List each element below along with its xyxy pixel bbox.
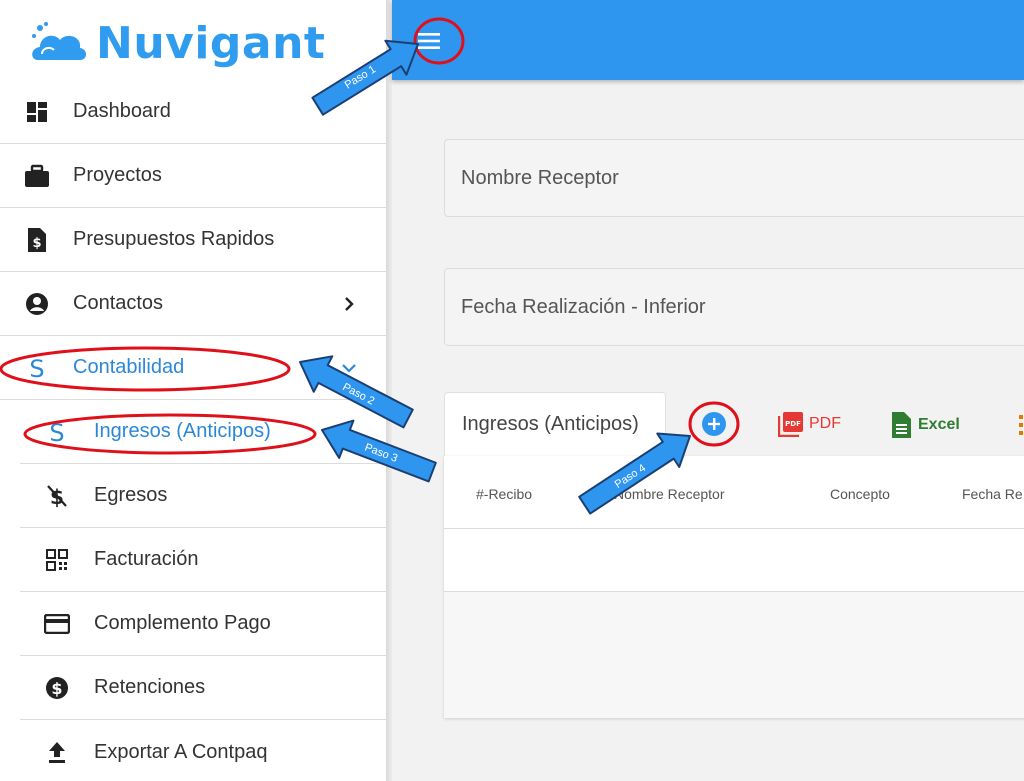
brand-logo[interactable]: Nuvigant (28, 10, 325, 76)
spreadsheet-file-icon (892, 412, 911, 438)
fecha-realizacion-field[interactable]: Fecha Realización - Inferior (444, 268, 1024, 346)
sidebar-item-label: Proyectos (73, 164, 162, 186)
nombre-receptor-field[interactable]: Nombre Receptor (444, 139, 1024, 217)
sidebar-item-contactos[interactable]: Contactos (0, 272, 386, 336)
svg-text:PDF: PDF (785, 420, 801, 428)
tab-label: Ingresos (Anticipos) (462, 413, 639, 435)
pdf-export-button[interactable]: PDF PDF (778, 411, 841, 437)
more-vert-icon[interactable] (1018, 414, 1024, 436)
sidebar-item-complemento-pago[interactable]: Complemento Pago (20, 592, 386, 656)
credit-card-icon (44, 611, 70, 637)
svg-text:$: $ (51, 679, 62, 698)
column-header[interactable]: Fecha Re (962, 486, 1023, 502)
dollar-off-icon: $ (44, 483, 70, 509)
sidebar-item-label: Contabilidad (73, 356, 185, 378)
dashboard-icon (24, 99, 50, 125)
hamburger-menu-icon (418, 33, 440, 49)
sidebar-item-label: Egresos (94, 484, 168, 506)
dollar-icon: S (24, 355, 50, 381)
top-app-bar (392, 0, 1024, 80)
sidebar: Nuvigant Dashboard Proyectos $ Presupues… (0, 0, 386, 781)
chevron-right-icon (340, 295, 358, 313)
dollar-icon: S (44, 419, 70, 445)
plus-icon (708, 418, 720, 430)
svg-text:S: S (49, 419, 64, 445)
sidebar-item-exportar[interactable]: Exportar A Contpaq (20, 720, 386, 781)
data-table: #-Recibo Nombre Receptor Concepto Fecha … (444, 456, 1024, 718)
qr-code-icon (44, 547, 70, 573)
sidebar-item-label: Retenciones (94, 676, 206, 698)
pdf-file-icon: PDF (778, 412, 803, 437)
column-header[interactable]: #-Recibo (476, 486, 532, 502)
sidebar-item-label: Exportar A Contpaq (94, 740, 268, 763)
column-header[interactable]: Concepto (830, 486, 890, 502)
account-circle-icon (24, 291, 50, 317)
sidebar-item-facturacion[interactable]: Facturación (20, 528, 386, 592)
sidebar-item-label: Presupuestos Rapidos (73, 228, 275, 250)
cloud-logo-icon (32, 22, 86, 60)
dollar-circle-icon: $ (44, 675, 70, 701)
column-header[interactable]: Nombre Receptor (614, 486, 725, 502)
tab-ingresos-anticipos[interactable]: Ingresos (Anticipos) (444, 392, 666, 456)
file-dollar-icon: $ (24, 227, 50, 253)
sidebar-item-label: Complemento Pago (94, 612, 271, 634)
add-button[interactable] (702, 412, 726, 436)
svg-text:S: S (29, 355, 44, 381)
sidebar-item-dashboard[interactable]: Dashboard (0, 80, 386, 144)
excel-export-button[interactable]: Excel (890, 411, 960, 439)
sidebar-item-label: Facturación (94, 548, 199, 570)
sidebar-item-label: Contactos (73, 292, 164, 314)
menu-toggle-button[interactable] (412, 24, 446, 58)
fecha-realizacion-label: Fecha Realización - Inferior (461, 296, 706, 318)
table-empty-area (444, 592, 1024, 718)
brand-name: Nuvigant (96, 17, 326, 69)
sidebar-item-egresos[interactable]: $ Egresos (20, 464, 386, 528)
sidebar-item-contabilidad[interactable]: S Contabilidad (0, 336, 386, 400)
briefcase-icon (24, 163, 50, 189)
svg-text:$: $ (32, 236, 41, 251)
sidebar-item-presupuestos[interactable]: $ Presupuestos Rapidos (0, 208, 386, 272)
sidebar-item-label: Ingresos (Anticipos) (94, 420, 271, 442)
sidebar-divider (386, 0, 392, 781)
pdf-label: PDF (809, 415, 841, 432)
excel-label: Excel (918, 416, 960, 433)
sidebar-item-proyectos[interactable]: Proyectos (0, 144, 386, 208)
upload-icon (44, 739, 70, 765)
sidebar-item-label: Dashboard (73, 100, 171, 122)
chevron-down-icon (340, 359, 358, 377)
nombre-receptor-label: Nombre Receptor (461, 167, 619, 189)
sidebar-item-ingresos[interactable]: S Ingresos (Anticipos) (20, 400, 386, 464)
table-header-divider (444, 528, 1024, 529)
sidebar-item-retenciones[interactable]: $ Retenciones (20, 656, 386, 720)
